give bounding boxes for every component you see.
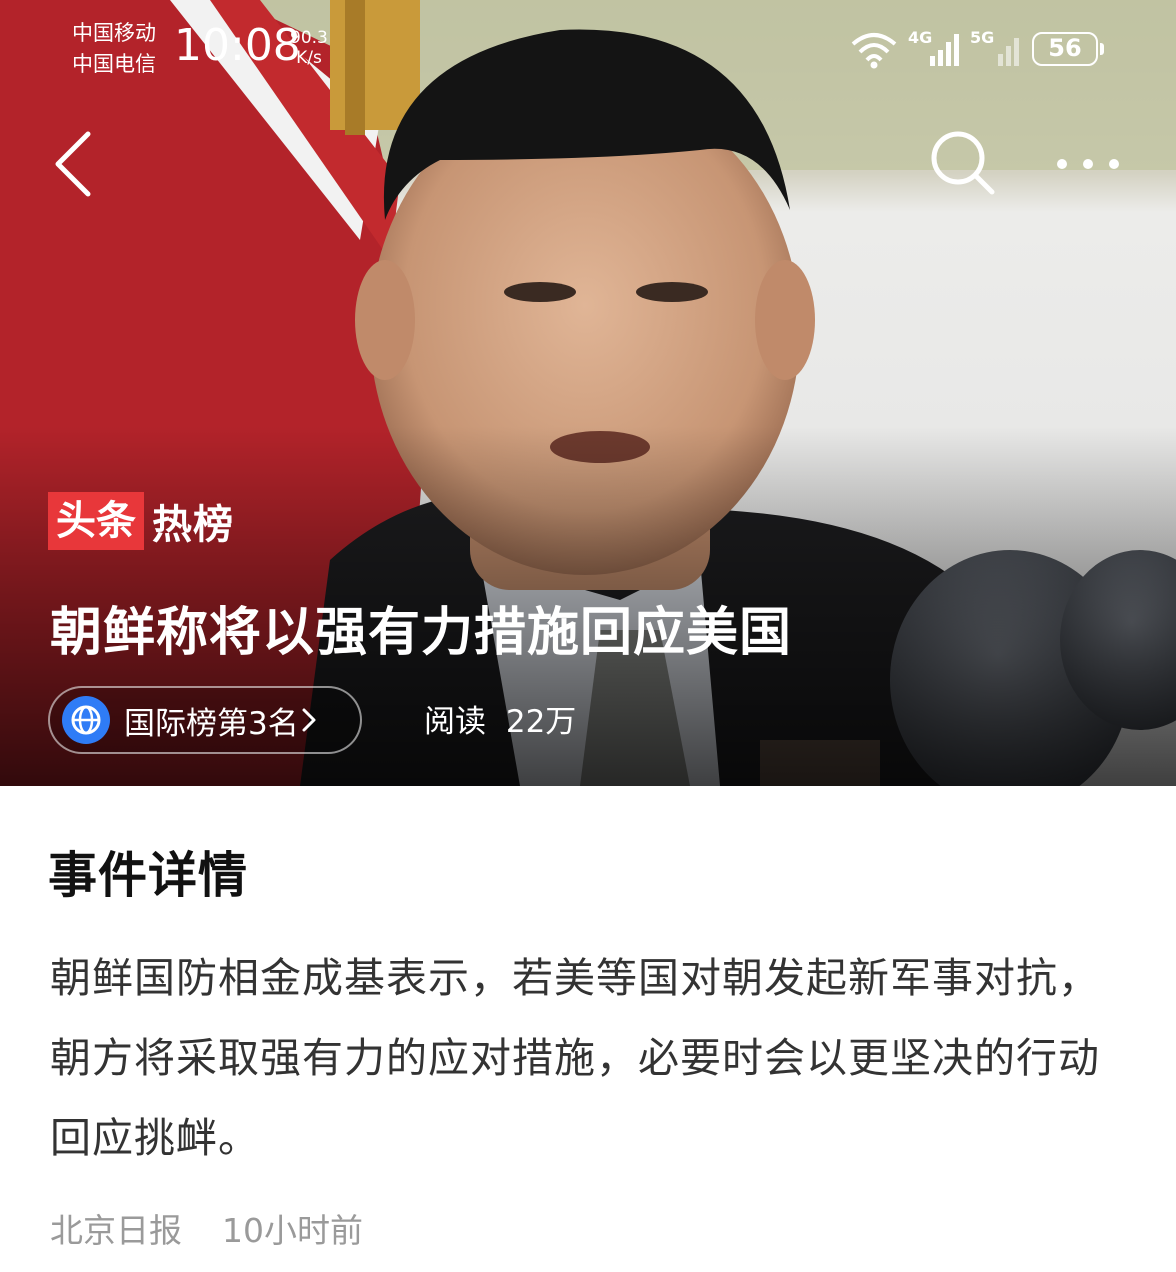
carrier-1: 中国移动 — [72, 21, 156, 45]
more-button[interactable] — [1052, 140, 1128, 190]
publish-time: 10小时前 — [222, 1211, 363, 1250]
signal-5g-icon: 5G — [970, 28, 1022, 68]
rank-pill[interactable]: 国际榜第3名 — [48, 686, 362, 754]
article-meta: 北京日报 10小时前 — [50, 1204, 363, 1252]
chevron-right-icon — [302, 708, 316, 732]
back-button[interactable] — [46, 126, 106, 202]
source-name[interactable]: 北京日报 — [50, 1211, 182, 1250]
read-count-label: 阅读 — [424, 704, 486, 740]
section-title: 事件详情 — [48, 847, 249, 904]
read-count: 阅读 22万 — [424, 696, 576, 741]
event-summary: 朝鲜国防相金成基表示，若美等国对朝发起新军事对抗，朝方将采取强有力的应对措施，必… — [50, 954, 1100, 1162]
net-speed: 90.3 K/s — [290, 28, 328, 68]
back-arrow-icon — [55, 131, 91, 197]
hot-list-badge: 头条 热榜 — [48, 492, 234, 550]
signal-4g-icon: 4G — [908, 28, 960, 68]
carrier-2: 中国电信 — [72, 52, 156, 76]
status-time: 10:08 — [174, 20, 301, 71]
rank-label: 国际榜第3名 — [124, 705, 299, 742]
status-icons: 4G 5G 56 — [850, 28, 1110, 72]
hero-image-area — [0, 0, 1176, 786]
wifi-icon — [851, 33, 897, 69]
read-count-value: 22万 — [505, 704, 577, 740]
search-button[interactable] — [922, 126, 1002, 202]
net-speed-value: 90.3 — [290, 28, 328, 48]
badge-toutiao: 头条 — [48, 492, 144, 550]
status-bar: 中国移动 中国电信 10:08 90.3 K/s 4G 5G 56 — [0, 0, 1176, 96]
network-4g-label: 4G — [908, 28, 933, 47]
search-icon — [931, 131, 995, 195]
network-5g-label: 5G — [970, 28, 995, 47]
carrier-labels: 中国移动 中国电信 — [72, 18, 156, 80]
globe-icon — [62, 696, 110, 744]
hot-topic-headline: 朝鲜称将以强有力措施回应美国 — [50, 603, 793, 663]
badge-rebang: 热榜 — [152, 502, 234, 548]
net-speed-unit: K/s — [296, 48, 322, 68]
more-dots-icon — [1057, 159, 1119, 169]
battery-icon: 56 — [1032, 32, 1104, 66]
